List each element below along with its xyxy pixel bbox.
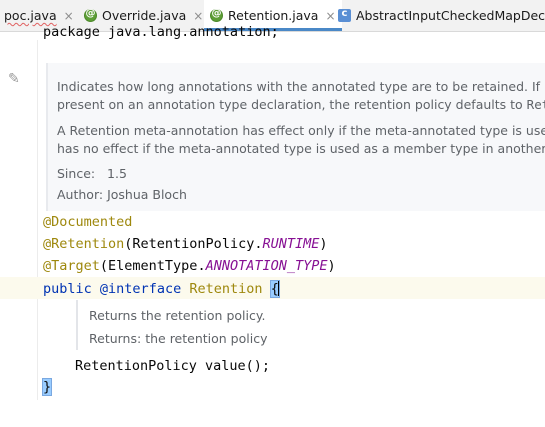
editor-gutter <box>0 32 38 427</box>
code-line-retention[interactable]: @Retention(RetentionPolicy.RUNTIME) <box>43 236 328 252</box>
tab-label: Retention.java <box>228 8 319 23</box>
doc-code-ref[interactable]: Reten <box>527 97 545 112</box>
tab-label: poc.java <box>4 8 57 23</box>
tab-label: Override.java <box>102 8 187 23</box>
gutter-separator <box>37 40 38 400</box>
text-caret <box>277 280 279 296</box>
code-line-target[interactable]: @Target(ElementType.ANNOTATION_TYPE) <box>43 258 336 274</box>
close-icon[interactable]: × <box>64 9 74 23</box>
annotation-icon <box>84 8 97 22</box>
method-doc-returns: Returns: the retention policy <box>89 331 268 346</box>
close-icon[interactable]: × <box>325 9 335 23</box>
since-value: 1.5 <box>107 166 127 181</box>
doc-para1-line2: present on an annotation type declaratio… <box>57 97 545 112</box>
annotation-icon <box>210 8 223 22</box>
code-line-package[interactable]: package java.lang.annotation; <box>43 24 279 40</box>
code-line-declaration[interactable]: public @interface Retention { <box>43 280 280 298</box>
matched-close-brace: } <box>41 378 53 396</box>
class-icon <box>338 8 351 22</box>
tab-abstract-input-checked-map-decorator[interactable]: AbstractInputCheckedMapDecor <box>338 0 545 31</box>
doc-since: Since: 1.5 <box>57 166 127 181</box>
doc-para2-line2: has no effect if the meta-annotated type… <box>57 141 545 156</box>
tab-label: AbstractInputCheckedMapDecor <box>356 8 545 23</box>
author-label: Author: <box>57 187 104 202</box>
doc-author: Author: Joshua Bloch <box>57 187 187 202</box>
code-line-documented[interactable]: @Documented <box>43 214 132 230</box>
close-icon[interactable]: × <box>193 9 203 23</box>
doc-para1-line1: Indicates how long annotations with the … <box>57 79 545 94</box>
code-line-close-brace[interactable]: } <box>41 378 53 396</box>
pencil-icon[interactable]: ✎ <box>8 71 20 87</box>
author-value: Joshua Bloch <box>107 187 187 202</box>
doc-para2-line1: A Retention meta-annotation has effect o… <box>57 123 545 138</box>
since-label: Since: <box>57 166 96 181</box>
method-doc-line1: Returns the retention policy. <box>89 308 266 323</box>
code-line-method[interactable]: RetentionPolicy value(); <box>75 358 270 374</box>
